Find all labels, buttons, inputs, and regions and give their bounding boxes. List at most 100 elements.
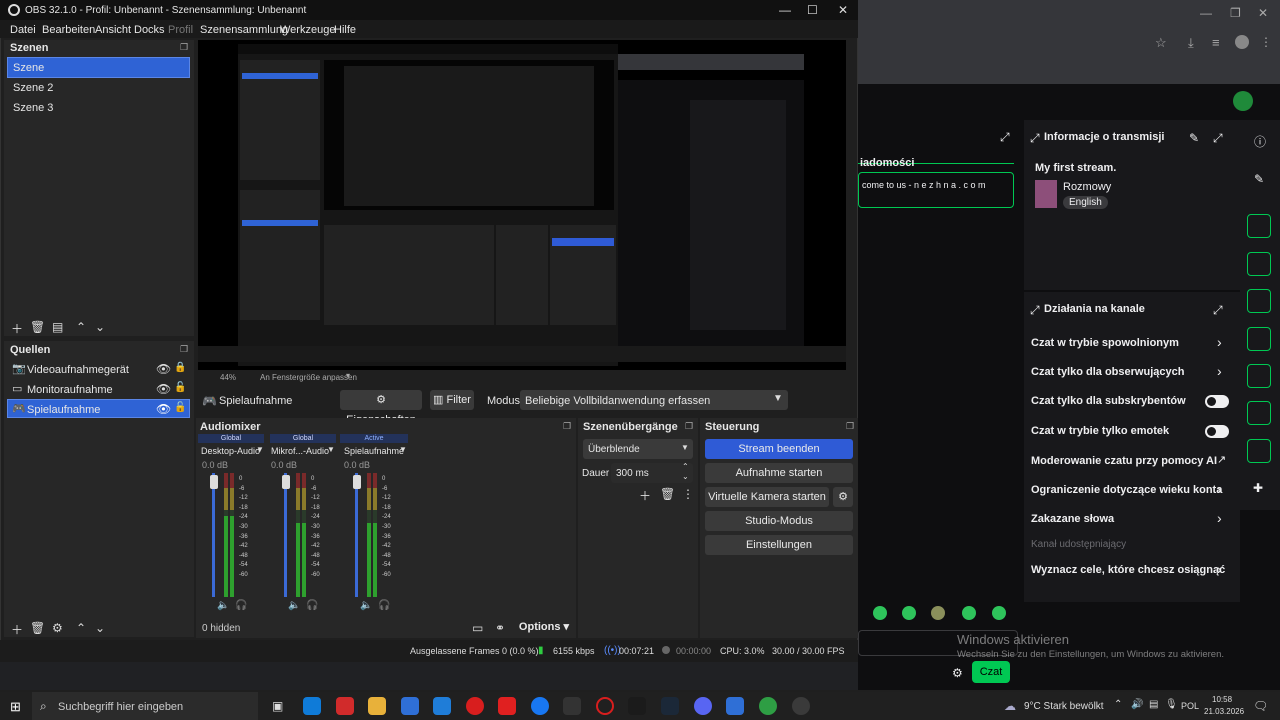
tray-chevron-up-icon[interactable]: ⌃ xyxy=(1114,699,1122,710)
fit-window-option[interactable]: An Fenstergröße anpassen xyxy=(260,373,357,382)
app-icon[interactable] xyxy=(336,697,354,715)
reading-list-icon[interactable]: ≡ xyxy=(1212,35,1220,50)
browser-maximize-icon[interactable]: ❐ xyxy=(1230,6,1241,20)
task-view-icon[interactable]: ▣ xyxy=(272,699,283,713)
network-icon[interactable]: ▤ xyxy=(1149,699,1158,710)
clock-time[interactable]: 10:58 xyxy=(1212,695,1232,704)
speaker-icon[interactable]: 🔈 xyxy=(360,600,372,611)
chat-settings-icon[interactable]: ⚙ xyxy=(952,666,963,680)
action-slow-mode[interactable]: Czat w trybie spowolnionym xyxy=(1031,337,1179,349)
scene-item[interactable]: Szene 2 xyxy=(13,82,53,94)
quick-action-button[interactable] xyxy=(1247,214,1271,238)
dock-float-icon[interactable]: ❐ xyxy=(180,42,188,53)
source-item[interactable]: Monitoraufnahme xyxy=(27,384,113,396)
profile-avatar-icon[interactable] xyxy=(1235,35,1249,49)
file-explorer-icon[interactable] xyxy=(368,697,386,715)
add-transition-icon[interactable]: ＋ xyxy=(639,487,651,504)
headphones-icon[interactable]: 🎧 xyxy=(306,600,318,611)
remove-source-icon[interactable]: 🗑 xyxy=(30,621,45,635)
emote-icon[interactable] xyxy=(873,606,887,620)
add-source-icon[interactable]: ＋ xyxy=(11,621,23,638)
emote-icon[interactable] xyxy=(902,606,916,620)
app-icon[interactable] xyxy=(466,697,484,715)
virtual-camera-button[interactable]: Virtuelle Kamera starten xyxy=(705,487,829,507)
pencil-icon[interactable]: ✎ xyxy=(1254,172,1264,186)
dock-float-icon[interactable]: ❐ xyxy=(563,421,571,432)
remove-scene-icon[interactable]: 🗑 xyxy=(30,320,45,334)
microphone-icon[interactable]: 🎙 xyxy=(1165,699,1178,710)
move-down-icon[interactable]: ⌄ xyxy=(95,320,105,334)
chevron-down-icon[interactable]: ▼ xyxy=(399,445,407,454)
obs-taskbar-icon[interactable] xyxy=(792,697,810,715)
visibility-eye-icon[interactable]: 👁 xyxy=(156,362,171,376)
add-action-icon[interactable]: ✚ xyxy=(1253,481,1263,495)
clock-date[interactable]: 21.03.2026 xyxy=(1204,707,1244,716)
action-banned-words[interactable]: Zakazane słowa xyxy=(1031,513,1114,525)
facebook-icon[interactable] xyxy=(531,697,549,715)
chevron-right-icon[interactable]: › xyxy=(1217,481,1222,497)
chevron-right-icon[interactable]: › xyxy=(1217,363,1222,379)
menu-szenensammlung[interactable]: Szenensammlung xyxy=(200,24,288,36)
visibility-eye-icon[interactable]: 👁 xyxy=(156,402,171,416)
app-icon[interactable] xyxy=(726,697,744,715)
stream-stop-button[interactable]: Stream beenden xyxy=(705,439,853,459)
browser-menu-icon[interactable]: ⋮ xyxy=(1260,35,1272,49)
notification-icon[interactable]: 🗨 xyxy=(1253,699,1268,713)
menu-werkzeuge[interactable]: Werkzeuge xyxy=(280,24,335,36)
youtube-icon[interactable] xyxy=(498,697,516,715)
unlock-icon[interactable]: 🔓 xyxy=(174,402,186,413)
subscribers-only-toggle[interactable] xyxy=(1205,395,1229,408)
dock-float-icon[interactable]: ❐ xyxy=(685,421,693,432)
scene-item[interactable]: Szene 3 xyxy=(13,102,53,114)
visibility-eye-icon[interactable]: 👁 xyxy=(156,382,171,396)
quick-action-button[interactable] xyxy=(1247,364,1271,388)
windows-start-icon[interactable]: ⊞ xyxy=(10,699,21,715)
dock-float-icon[interactable]: ❐ xyxy=(846,421,854,432)
more-options-icon[interactable]: ⋮ xyxy=(682,487,694,501)
browser-close-icon[interactable]: ✕ xyxy=(1258,6,1268,20)
chat-send-button[interactable]: Czat xyxy=(972,661,1010,683)
emote-icon[interactable] xyxy=(931,606,945,620)
add-scene-icon[interactable]: ＋ xyxy=(11,320,23,337)
chrome-icon[interactable] xyxy=(759,697,777,715)
actions-popout-icon[interactable]: ⤢ xyxy=(1030,303,1040,318)
record-start-button[interactable]: Aufnahme starten xyxy=(705,463,853,483)
browser-minimize-icon[interactable]: — xyxy=(1200,6,1212,20)
discord-icon[interactable] xyxy=(694,697,712,715)
edit-pencil-icon[interactable]: ✎ xyxy=(1189,131,1199,145)
obs-close-icon[interactable]: ✕ xyxy=(838,3,848,17)
x-icon[interactable] xyxy=(563,697,581,715)
emote-icon[interactable] xyxy=(962,606,976,620)
move-down-icon[interactable]: ⌄ xyxy=(95,621,105,635)
action-subscribers-only[interactable]: Czat tylko dla subskrybentów xyxy=(1031,395,1186,407)
action-emote-only[interactable]: Czat w trybie tylko emotek xyxy=(1031,425,1169,437)
remove-transition-icon[interactable]: 🗑 xyxy=(660,487,675,501)
preview-canvas[interactable] xyxy=(198,40,846,370)
source-item[interactable]: Videoaufnahmegerät xyxy=(27,364,129,376)
filter-button[interactable]: ▥ Filter xyxy=(430,390,474,410)
volume-fader-knob[interactable] xyxy=(282,475,290,489)
quick-action-button[interactable] xyxy=(1247,252,1271,276)
source-settings-icon[interactable]: ⚙ xyxy=(52,621,63,635)
channel-name[interactable]: Spielaufnahme xyxy=(344,446,404,456)
spin-up-icon[interactable]: ⌃ xyxy=(682,462,689,471)
info-expand-icon[interactable]: ⤢ xyxy=(1213,131,1223,146)
download-icon[interactable]: ⤓ xyxy=(1188,35,1194,51)
hidden-count[interactable]: 0 hidden xyxy=(202,623,240,634)
action-followers-only[interactable]: Czat tylko dla obserwujących xyxy=(1031,366,1184,378)
headphones-icon[interactable]: 🎧 xyxy=(235,600,247,611)
volume-icon[interactable]: 🔊 xyxy=(1131,699,1143,710)
chevron-down-icon[interactable]: ▼ xyxy=(327,445,335,454)
chevron-right-icon[interactable]: › xyxy=(1217,510,1222,526)
weather-text[interactable]: 9°C Stark bewölkt xyxy=(1024,701,1104,712)
menu-docks[interactable]: Docks xyxy=(134,24,165,36)
emote-only-toggle[interactable] xyxy=(1205,425,1229,438)
channel-name[interactable]: Mikrof...-Audio xyxy=(271,446,329,456)
obs-minimize-icon[interactable]: — xyxy=(779,3,791,17)
menu-datei[interactable]: Datei xyxy=(10,24,36,36)
dock-float-icon[interactable]: ❐ xyxy=(180,344,188,355)
action-goals[interactable]: Wyznacz cele, które chcesz osiągnąć xyxy=(1031,564,1225,576)
chevron-down-icon[interactable]: ▼ xyxy=(256,445,264,454)
chevron-right-icon[interactable]: › xyxy=(1217,561,1222,577)
options-button[interactable]: Options ▾ xyxy=(516,619,572,636)
